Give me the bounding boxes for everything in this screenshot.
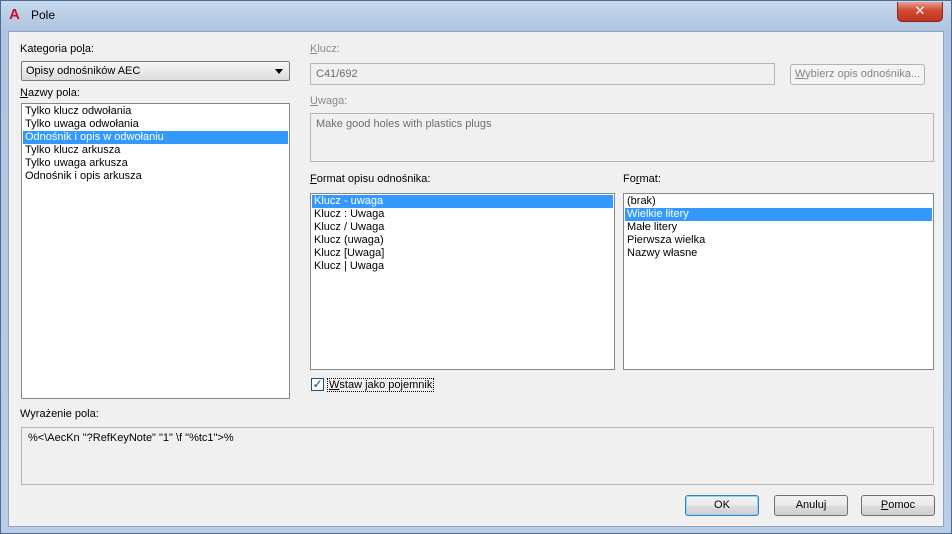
title-bar[interactable]: A Pole ✕ xyxy=(1,1,951,31)
field-names-list[interactable]: Tylko klucz odwołania Tylko uwaga odwołan… xyxy=(21,103,290,399)
help-button[interactable]: Pomoc xyxy=(861,495,935,516)
close-button[interactable]: ✕ xyxy=(897,2,943,22)
cancel-button[interactable]: Anuluj xyxy=(774,495,848,516)
note-label: Uwaga: xyxy=(310,95,348,107)
key-field[interactable]: C41/692 xyxy=(310,63,775,85)
field-expression-value: %<\AecKn "?RefKeyNote" "1" \f "%tc1">% xyxy=(28,432,234,444)
note-field[interactable]: Make good holes with plastics plugs xyxy=(310,113,934,162)
field-expression-label: Wyrażenie pola: xyxy=(20,408,99,420)
key-value: C41/692 xyxy=(316,68,358,80)
field-expression-field[interactable]: %<\AecKn "?RefKeyNote" "1" \f "%tc1">% xyxy=(21,427,934,485)
field-names-label: Nazwy pola: xyxy=(20,87,80,99)
close-icon: ✕ xyxy=(914,3,926,18)
field-name-list-item[interactable]: Odnośnik i opis arkusza xyxy=(23,170,288,183)
field-category-label: Kategoria pola: xyxy=(20,43,95,55)
format-list-item[interactable]: Nazwy własne xyxy=(625,247,932,260)
description-format-list-item[interactable]: Klucz (uwaga) xyxy=(312,234,613,247)
field-category-dropdown[interactable]: Opisy odnośników AEC xyxy=(21,61,290,81)
format-list-item[interactable]: Wielkie litery xyxy=(625,208,932,221)
description-format-list-item[interactable]: Klucz - uwaga xyxy=(312,195,613,208)
dialog-window: A Pole ✕ Kategoria pola: Opisy odnośnikó… xyxy=(0,0,952,534)
note-value: Make good holes with plastics plugs xyxy=(316,118,492,130)
window-title: Pole xyxy=(31,8,56,22)
description-format-list-item[interactable]: Klucz [Uwaga] xyxy=(312,247,613,260)
format-label: Format: xyxy=(623,173,661,185)
description-format-list-item[interactable]: Klucz / Uwaga xyxy=(312,221,613,234)
insert-as-container-checkbox[interactable]: ✓ xyxy=(311,378,324,391)
field-name-list-item[interactable]: Odnośnik i opis w odwołaniu xyxy=(23,131,288,144)
description-format-list-item[interactable]: Klucz | Uwaga xyxy=(312,260,613,273)
description-format-label: Format opisu odnośnika: xyxy=(310,173,431,185)
field-name-list-item[interactable]: Tylko klucz arkusza xyxy=(23,144,288,157)
field-name-list-item[interactable]: Tylko uwaga arkusza xyxy=(23,157,288,170)
key-label: Klucz: xyxy=(310,43,340,55)
description-format-list[interactable]: Klucz - uwaga Klucz : Uwaga Klucz / Uwaga K… xyxy=(310,193,615,370)
ok-button[interactable]: OK xyxy=(685,495,759,516)
format-list-item[interactable]: (brak) xyxy=(625,195,932,208)
insert-as-container-label[interactable]: Wstaw jako pojemnik xyxy=(327,378,435,392)
field-category-selected: Opisy odnośników AEC xyxy=(26,65,141,77)
chevron-down-icon xyxy=(275,69,283,74)
select-key-note-button[interactable]: Wybierz opis odnośnika... xyxy=(790,64,925,85)
format-list-item[interactable]: Małe litery xyxy=(625,221,932,234)
description-format-list-item[interactable]: Klucz : Uwaga xyxy=(312,208,613,221)
checkmark-icon: ✓ xyxy=(312,377,323,391)
format-list[interactable]: (brak) Wielkie litery Małe litery Pierwsza … xyxy=(623,193,934,370)
autocad-app-icon: A xyxy=(9,6,20,23)
field-name-list-item[interactable]: Tylko klucz odwołania xyxy=(23,105,288,118)
field-name-list-item[interactable]: Tylko uwaga odwołania xyxy=(23,118,288,131)
dialog-client-area: Kategoria pola: Opisy odnośników AEC Naz… xyxy=(8,31,944,527)
format-list-item[interactable]: Pierwsza wielka xyxy=(625,234,932,247)
